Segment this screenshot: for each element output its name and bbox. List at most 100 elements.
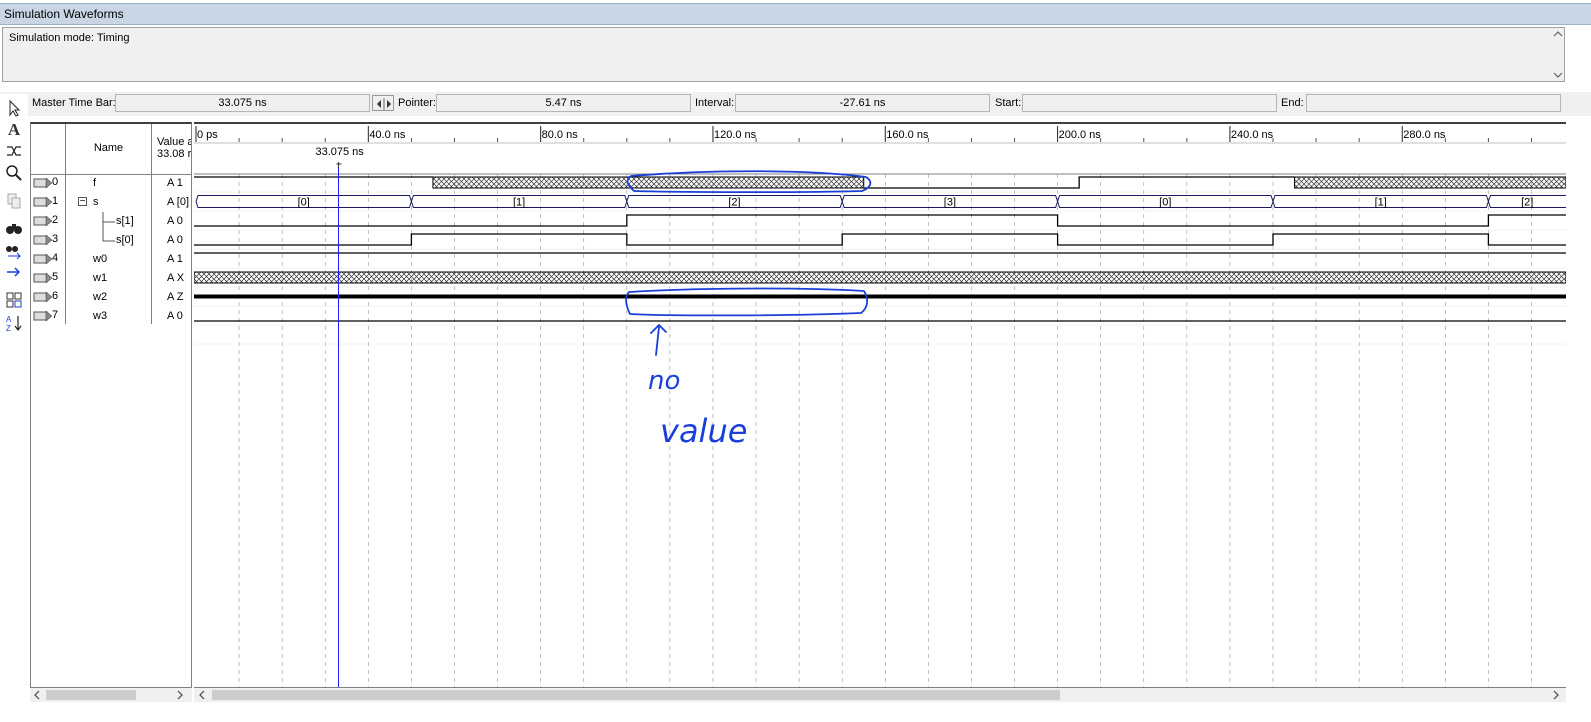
signal-row[interactable]: 7 w3 A 0 [31,307,191,326]
window-title: Simulation Waveforms [0,3,1591,25]
bus-value-label: [0] [1159,197,1171,209]
signal-value: A 0 [167,215,183,227]
copy-icon[interactable] [4,191,24,211]
value-column-header[interactable]: Value a 33.08 r [157,136,191,160]
sort-icon[interactable]: AZ [4,313,24,333]
annotation-text: value [660,412,747,450]
scroll-thumb [212,690,1060,700]
signal-name: w1 [93,272,108,284]
signal-row[interactable]: 1 − s A [0] [31,193,191,212]
find-icon[interactable] [4,218,24,238]
marker-handle [336,162,342,168]
scroll-left-icon [199,690,205,700]
ruler-label: 160.0 ns [886,129,929,141]
signal-value: A 1 [167,253,183,265]
pointer-label: Pointer: [398,97,436,109]
signal-row[interactable]: 6 w2 A Z [31,288,191,307]
waveform-canvas[interactable]: 0 ps 40.0 ns 80.0 ns 120.0 ns 160.0 ns 200.0 … [194,124,1566,688]
selection-tool-icon[interactable] [4,98,24,118]
ruler-label: 200.0 ns [1059,129,1102,141]
start-label: Start: [995,97,1022,109]
input-pin-icon [33,234,53,246]
waveform-tools: A AZ [0,94,28,344]
previous-transition-icon [377,100,381,108]
signal-index: 4 [52,252,59,264]
simulation-mode-text: Simulation mode: Timing [9,32,130,44]
signal-index: 0 [52,176,59,188]
signal-value: A Z [167,291,184,303]
signal-index: 2 [52,214,59,226]
signal-index: 5 [52,271,59,283]
input-pin-icon [33,272,53,284]
scroll-right-icon [177,690,183,700]
ruler-label: 80.0 ns [542,129,579,141]
start-field[interactable] [1022,94,1277,112]
assign-value-icon[interactable] [4,262,24,282]
svg-text:A: A [6,315,12,324]
signal-index: 3 [52,233,59,245]
pointer-field: 5.47 ns [436,94,691,112]
signal-list-pane: Name Value a 33.08 r 0 f A 1 1 − s A [0] 2 s[1] A… [30,122,192,688]
end-field[interactable] [1306,94,1561,112]
bus-value-label: [1] [1375,197,1387,209]
bus-value-label: [3] [944,197,956,209]
signal-name: s[1] [116,215,134,227]
scroll-down-icon [1553,72,1563,78]
ruler-label: 280.0 ns [1403,129,1446,141]
input-pin-icon [33,196,53,208]
name-pane-scrollbar[interactable] [30,688,192,702]
ruler-label: 0 ps [197,129,218,141]
scroll-up-icon [1553,31,1563,37]
bus-value-label: [2] [728,197,740,209]
master-time-bar-field[interactable]: 33.075 ns [115,94,370,112]
collapse-group-icon[interactable]: − [78,197,87,207]
w1-unknown-region [194,271,1566,284]
tree-branch-icon [102,212,115,231]
signal-index: 7 [52,309,59,321]
signal-value: A 0 [167,234,183,246]
scroll-left-icon [34,690,40,700]
annotation-text: no [648,366,680,396]
signal-row[interactable]: 4 w0 A 1 [31,250,191,269]
annotation-arrow [650,324,667,356]
annotation-circle [625,287,868,317]
signal-value: A 0 [167,310,183,322]
group-icon[interactable] [4,290,24,310]
value-header-line1: Value a [157,136,191,148]
square-trace [194,233,1566,246]
name-column-header[interactable]: Name [66,142,151,154]
square-trace [194,214,1566,227]
master-time-label: 33.075 ns [315,146,364,158]
bus-value-label: [0] [298,197,310,209]
signal-row[interactable]: 3 s[0] A 0 [31,231,191,250]
value-header-line2: 33.08 r [157,148,191,160]
end-label: End: [1281,97,1304,109]
scroll-right-icon [1553,690,1559,700]
signal-row[interactable]: 5 w1 A X [31,269,191,288]
interval-field: -27.61 ns [735,94,990,112]
ruler-label: 120.0 ns [714,129,757,141]
ruler-label: 240.0 ns [1231,129,1274,141]
signal-value: A 1 [167,177,183,189]
time-bar-nav-buttons[interactable] [372,95,394,111]
signal-name: w3 [93,310,108,322]
zoom-icon[interactable] [4,163,24,183]
input-pin-icon [33,291,53,303]
svg-text:Z: Z [6,324,11,333]
bus-value-label: [1] [513,197,525,209]
tree-branch-icon [102,231,115,242]
text-tool-icon[interactable]: A [4,120,24,140]
next-transition-icon [387,100,391,108]
signal-name: s[0] [116,234,134,246]
signal-name: w2 [93,291,108,303]
signal-name: s [93,196,99,208]
replace-icon[interactable] [4,240,24,260]
mode-panel-scrollbar[interactable] [1552,28,1564,81]
signal-index: 1 [52,195,59,207]
waveform-scrollbar[interactable] [194,688,1566,702]
signal-name: w0 [93,253,108,265]
signal-row[interactable]: 2 s[1] A 0 [31,212,191,231]
waveform-edit-icon[interactable] [4,141,24,161]
signal-row[interactable]: 0 f A 1 [31,174,191,193]
waveform-pane[interactable]: 0 ps 40.0 ns 80.0 ns 120.0 ns 160.0 ns 200.0 … [194,122,1566,688]
